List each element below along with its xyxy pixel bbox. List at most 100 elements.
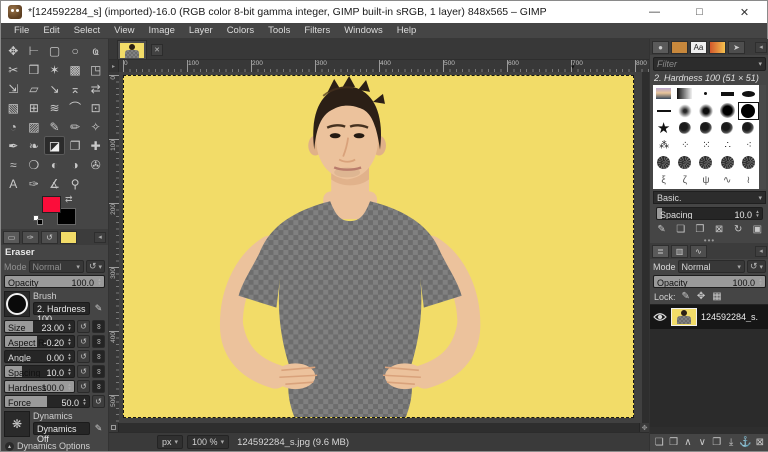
paint-mode-select[interactable]: Normal ▾ <box>29 260 84 273</box>
brush-item-sketch[interactable]: ≀ <box>738 171 759 188</box>
scale-icon[interactable]: ↘ <box>44 79 65 98</box>
dynamics-name-input[interactable]: Dynamics Off <box>33 422 90 435</box>
edit-brush-button[interactable]: ✎ <box>653 224 671 235</box>
layer-row[interactable]: 124592284_s. <box>650 305 768 329</box>
lock-position-icon[interactable]: ✥ <box>697 291 705 302</box>
brush-item-line[interactable] <box>653 102 674 119</box>
spinner[interactable]: ▲▼ <box>66 321 73 332</box>
tab-fonts[interactable]: Aa <box>690 41 707 54</box>
spinner[interactable]: ▲▼ <box>66 336 73 347</box>
text-icon[interactable]: A <box>3 174 24 193</box>
opacity-slider[interactable]: Opacity 100.0 ▲▼ <box>4 275 105 288</box>
link-icon[interactable]: ∞ <box>92 320 105 333</box>
layer-list-scrollbar[interactable] <box>650 427 768 434</box>
reset-icon[interactable]: ↺ <box>77 350 90 363</box>
dock-menu-button[interactable]: ◂ <box>755 42 767 53</box>
brush-item-chalk[interactable] <box>717 120 738 137</box>
link-icon[interactable]: ∞ <box>92 380 105 393</box>
select-by-color-icon[interactable]: ▩ <box>65 60 86 79</box>
cage-transform-icon[interactable]: ⌒ <box>65 98 86 117</box>
ruler-corner-button[interactable]: ▸ <box>109 60 119 72</box>
anchor-layer-button[interactable]: ⚓ <box>738 437 752 448</box>
foreground-color-swatch[interactable] <box>42 196 61 213</box>
rectangle-select-icon[interactable]: ▢ <box>44 41 65 60</box>
measure-icon[interactable]: ∡ <box>44 174 65 193</box>
brush-item-noise[interactable] <box>717 154 738 171</box>
reset-icon[interactable]: ↺ <box>77 380 90 393</box>
reset-icon[interactable]: ↺ <box>77 365 90 378</box>
spinner[interactable]: ▲▼ <box>66 351 73 362</box>
visibility-eye-icon[interactable] <box>653 312 667 322</box>
menu-image[interactable]: Image <box>142 25 182 36</box>
brush-name-input[interactable]: 2. Hardness 100 <box>33 302 90 315</box>
brush-item-splat[interactable]: ∴ <box>717 137 738 154</box>
vertical-ruler[interactable]: 0100200300400500 <box>109 72 119 423</box>
fuzzy-select-icon[interactable]: ✶ <box>44 60 65 79</box>
tab-brushes[interactable]: ● <box>652 41 669 54</box>
n-point-deformation-icon[interactable]: ⊞ <box>24 98 45 117</box>
airbrush-icon[interactable]: ✧ <box>85 117 106 136</box>
merge-down-button[interactable]: ⤓ <box>724 437 738 448</box>
link-icon[interactable]: ∞ <box>92 365 105 378</box>
spinner[interactable]: ▲▼ <box>66 366 73 377</box>
layer-mode-select[interactable]: Normal ▾ <box>678 260 745 273</box>
perspective-clone-icon[interactable]: ✇ <box>85 155 106 174</box>
menu-select[interactable]: Select <box>67 25 107 36</box>
smudge-icon[interactable]: ≈ <box>3 155 24 174</box>
duplicate-layer-button[interactable]: ❐ <box>710 437 724 448</box>
dock-menu-button[interactable]: ◂ <box>94 232 106 243</box>
brush-item-noise[interactable] <box>695 154 716 171</box>
brush-item-soft1[interactable] <box>674 102 695 119</box>
brush-item-splat[interactable]: ⁙ <box>695 137 716 154</box>
brush-grid-scrollbar[interactable] <box>759 85 766 189</box>
lock-pixels-icon[interactable]: ✎ <box>682 291 690 302</box>
horizontal-scrollbar[interactable] <box>119 423 639 432</box>
bucket-fill-icon[interactable]: ◔ <box>3 117 24 136</box>
paths-icon[interactable]: ✑ <box>24 174 45 193</box>
brush-item-dot[interactable] <box>695 85 716 102</box>
tab-tool-preset[interactable]: ➤ <box>728 41 745 54</box>
image-tab[interactable] <box>117 40 147 59</box>
blur-sharpen-icon[interactable]: ❍ <box>24 155 45 174</box>
tab-undo-history[interactable]: ↺ <box>41 231 58 244</box>
spinner[interactable]: ▲▼ <box>81 396 88 407</box>
pencil-icon[interactable]: ✏ <box>65 117 86 136</box>
brush-item-noise[interactable] <box>653 154 674 171</box>
image-canvas[interactable] <box>123 75 634 418</box>
lower-layer-button[interactable]: ∨ <box>695 437 709 448</box>
menu-view[interactable]: View <box>107 25 141 36</box>
vertical-scrollbar[interactable] <box>642 72 649 423</box>
brush-item-ellipse[interactable] <box>738 85 759 102</box>
edit-brush-icon[interactable]: ✎ <box>92 302 105 315</box>
brush-item-star[interactable]: ★ <box>653 120 674 137</box>
tab-tool-options[interactable]: ▭ <box>3 231 20 244</box>
align-icon[interactable]: ⊢ <box>24 41 45 60</box>
delete-layer-button[interactable]: ⊠ <box>753 437 767 448</box>
shear-icon[interactable]: ▱ <box>24 79 45 98</box>
dock-menu-button[interactable]: ◂ <box>755 246 767 257</box>
brush-item-hard[interactable] <box>738 102 759 119</box>
brush-item-soft3[interactable] <box>717 102 738 119</box>
tab-patterns[interactable] <box>671 41 688 54</box>
new-layer-button[interactable]: ❏ <box>652 437 666 448</box>
warp-icon[interactable]: ≋ <box>44 98 65 117</box>
brush-item-noise[interactable] <box>674 154 695 171</box>
tab-paths[interactable]: ∿ <box>690 245 707 258</box>
mode-reset-buttons[interactable]: ↺ ▾ <box>86 260 105 273</box>
tab-layers[interactable]: ≣ <box>652 245 669 258</box>
transform-3d-icon[interactable]: ▧ <box>3 98 24 117</box>
brush-item-sketch[interactable]: ζ <box>674 171 695 188</box>
brush-item-photo[interactable] <box>653 85 674 102</box>
zoom-icon[interactable]: ⚲ <box>65 174 86 193</box>
brush-item-grad[interactable] <box>674 85 695 102</box>
eraser-icon[interactable]: ◪ <box>44 136 65 155</box>
tab-image-chip[interactable] <box>60 231 77 244</box>
mypaint-brush-icon[interactable]: ❧ <box>24 136 45 155</box>
scissors-select-icon[interactable]: ✂ <box>3 60 24 79</box>
duplicate-brush-button[interactable]: ❐ <box>691 224 709 235</box>
tab-channels[interactable]: ▥ <box>671 245 688 258</box>
menu-edit[interactable]: Edit <box>36 25 66 36</box>
horizontal-ruler[interactable]: 0100200300400500600700800▾ <box>119 60 649 72</box>
delete-brush-button[interactable]: ⊠ <box>710 224 728 235</box>
new-group-button[interactable]: ❒ <box>666 437 680 448</box>
